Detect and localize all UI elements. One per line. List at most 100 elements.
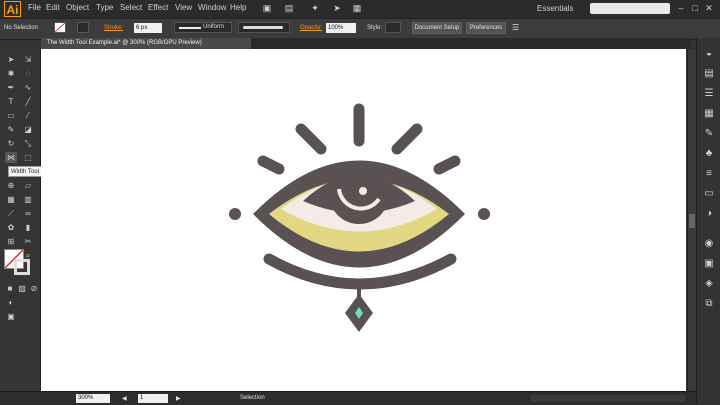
color-guide-icon[interactable]: ◒: [702, 48, 716, 60]
status-bar: 300% ◀ 1 ▶ Selection: [0, 391, 696, 405]
stroke-swatch[interactable]: [77, 22, 89, 33]
artboard-canvas[interactable]: [41, 49, 686, 391]
prev-artboard-icon[interactable]: ◀: [122, 395, 127, 402]
symbols-icon[interactable]: ♣: [702, 148, 716, 160]
free-transform-icon[interactable]: ⬚: [22, 152, 34, 163]
rotate-icon[interactable]: ↻: [5, 138, 17, 149]
scale-icon[interactable]: ⤡: [22, 138, 34, 149]
draw-mode-icon[interactable]: ◐: [5, 297, 17, 308]
style-swatch[interactable]: [385, 22, 401, 33]
properties-icon[interactable]: ☰: [702, 88, 716, 100]
symbol-sprayer-icon[interactable]: ✿: [5, 222, 17, 233]
tools-panel: ➤ ⇲ ✱ ◌ ✒ ∿ T ╱ ▭ ⁄ ✎ ◪ ↻ ⤡ ⋈ ⬚ ⊕ ▱ ▦ ▥ …: [0, 49, 41, 390]
workspace-switcher[interactable]: Essentials: [537, 4, 573, 13]
menu-effect[interactable]: Effect: [148, 3, 168, 12]
vertical-scroll-thumb[interactable]: [689, 214, 695, 228]
menu-type[interactable]: Type: [96, 3, 113, 12]
stroke-color-box[interactable]: [14, 259, 30, 275]
paintbrush-icon[interactable]: ⁄: [22, 110, 34, 121]
library-icon[interactable]: ▤: [284, 3, 294, 13]
pupil-highlight: [359, 187, 367, 195]
panel-dock: ◒ ▤ ☰ ▦ ✎ ♣ ≡ ▭ ◑ ◉ ▣ ◈ ⧉: [696, 38, 720, 404]
dot-right: [478, 208, 490, 220]
libraries-icon[interactable]: ▤: [702, 68, 716, 80]
next-artboard-icon[interactable]: ▶: [176, 395, 181, 402]
shape-builder-icon[interactable]: ⊕: [5, 180, 17, 191]
app-logo: Ai: [4, 1, 21, 17]
document-tab[interactable]: The Width Tool Example.ai* @ 300% (RGB/G…: [41, 38, 251, 49]
menu-file[interactable]: File: [28, 3, 41, 12]
blend-icon[interactable]: ∞: [22, 208, 34, 219]
eyedropper-icon[interactable]: ⟋: [5, 208, 17, 219]
preferences-button[interactable]: Preferences: [466, 22, 506, 34]
minimize-icon[interactable]: –: [676, 3, 686, 13]
slice-icon[interactable]: ✂: [22, 236, 34, 247]
artboard-icon[interactable]: ⊞: [5, 236, 17, 247]
rectangle-icon[interactable]: ▭: [5, 110, 17, 121]
opacity-field[interactable]: 100%: [326, 23, 356, 33]
line-icon[interactable]: ╱: [22, 96, 34, 107]
vertical-scrollbar[interactable]: [687, 49, 696, 391]
artboards-icon[interactable]: ⧉: [702, 298, 716, 310]
iris-circle: [329, 164, 389, 224]
lasso-icon[interactable]: ◌: [22, 68, 34, 79]
ray-right-inner: [391, 123, 423, 155]
search-input[interactable]: [590, 3, 670, 14]
mesh-icon[interactable]: ▦: [5, 194, 17, 205]
gpu-icon[interactable]: ✦: [310, 3, 320, 13]
menu-bar: Ai File Edit Object Type Select Effect V…: [0, 0, 720, 18]
shaper-icon[interactable]: ✎: [5, 124, 17, 135]
perspective-icon[interactable]: ▱: [22, 180, 34, 191]
ray-left-outer: [257, 155, 285, 175]
graphic-styles-icon[interactable]: ▣: [702, 258, 716, 270]
stroke-weight-field[interactable]: 6 px: [134, 23, 162, 33]
stroke-icon[interactable]: ≡: [702, 168, 716, 180]
arrange-documents-icon[interactable]: ▦: [352, 3, 362, 13]
transparency-icon[interactable]: ◑: [702, 208, 716, 220]
gradient-mode-icon[interactable]: ▨: [16, 283, 28, 294]
magic-wand-icon[interactable]: ✱: [5, 68, 17, 79]
none-mode-icon[interactable]: ⊘: [28, 283, 40, 294]
send-icon[interactable]: ➤: [332, 3, 342, 13]
options-icon[interactable]: ☰: [512, 23, 519, 32]
direct-selection-icon[interactable]: ⇲: [22, 54, 34, 65]
eraser-icon[interactable]: ◪: [22, 124, 34, 135]
document-setup-button[interactable]: Document Setup: [412, 22, 462, 34]
artboard-number-field[interactable]: 1: [138, 394, 168, 403]
stroke-label[interactable]: Stroke:: [104, 25, 123, 31]
pen-icon[interactable]: ✒: [5, 82, 17, 93]
eye-illustration: [229, 103, 490, 332]
color-mode-icon[interactable]: ■: [4, 283, 16, 294]
zoom-field[interactable]: 300%: [76, 394, 110, 403]
gradient-panel-icon[interactable]: ▭: [702, 188, 716, 200]
brush-definition[interactable]: [238, 22, 290, 33]
horizontal-scrollbar[interactable]: [530, 395, 686, 402]
curvature-icon[interactable]: ∿: [22, 82, 34, 93]
selection-icon[interactable]: ➤: [5, 54, 17, 65]
screen-mode-icon[interactable]: ▣: [5, 311, 17, 322]
graph-icon[interactable]: ▮: [22, 222, 34, 233]
close-icon[interactable]: ✕: [704, 3, 714, 13]
fill-swatch[interactable]: [54, 22, 66, 33]
width-icon[interactable]: ⋈: [5, 152, 17, 163]
menu-view[interactable]: View: [175, 3, 192, 12]
dot-left: [229, 208, 241, 220]
brushes-icon[interactable]: ✎: [702, 128, 716, 140]
menu-select[interactable]: Select: [120, 3, 142, 12]
bridge-icon[interactable]: ▣: [262, 3, 272, 13]
menu-edit[interactable]: Edit: [46, 3, 60, 12]
type-icon[interactable]: T: [5, 96, 17, 107]
gradient-icon[interactable]: ▥: [22, 194, 34, 205]
menu-help[interactable]: Help: [230, 3, 246, 12]
opacity-label[interactable]: Opacity:: [300, 25, 322, 31]
appearance-icon[interactable]: ◉: [702, 238, 716, 250]
style-label: Style:: [367, 25, 383, 31]
swatches-icon[interactable]: ▦: [702, 108, 716, 120]
layers-icon[interactable]: ◈: [702, 278, 716, 290]
maximize-icon[interactable]: □: [690, 3, 700, 13]
variable-width-profile[interactable]: Uniform: [174, 22, 232, 33]
menu-window[interactable]: Window: [198, 3, 226, 12]
selection-status: No Selection: [4, 25, 39, 31]
menu-object[interactable]: Object: [66, 3, 89, 12]
profile-label: Uniform: [203, 24, 225, 30]
